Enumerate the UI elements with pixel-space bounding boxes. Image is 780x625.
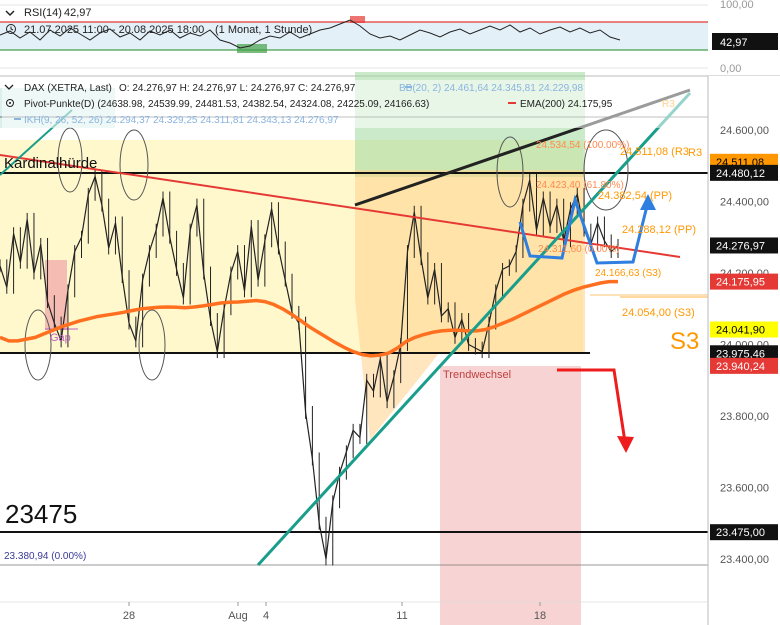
pivot-label: 24.166,63 (S3) [595, 268, 661, 279]
price-tag-label: 23.940,24 [716, 361, 765, 373]
rsi-value: 42,97 [64, 7, 92, 19]
pivot-label: 24.534,54 (100.00%) [536, 140, 629, 151]
rsi-axis-bottom: 0,00 [720, 63, 741, 75]
rsi-current-tag: 42,97 [720, 37, 748, 49]
legend-ikh: IKH(9, 26, 52, 26) 24.294,37 24.329,25 2… [24, 115, 339, 126]
price-tag-label: 23.475,00 [716, 527, 765, 539]
y-tick-label: 24.600,00 [720, 125, 769, 137]
rsi-period: (1 Monat, 1 Stunde) [215, 24, 312, 36]
chart-legend: DAX (XETRA, Last) O: 24.276,97 H: 24.276… [2, 80, 708, 128]
pink-zone [440, 366, 581, 625]
pivot-label: 24.311,60 (0.00%) [538, 244, 620, 255]
s3-big-label: S3 [670, 328, 699, 355]
x-tick-label: 11 [396, 610, 407, 622]
rsi-label: RSI(14) [24, 7, 62, 19]
dax-chart: RSI(14) 42,97 21.07.2025 11:00 - 20.08.2… [0, 0, 780, 625]
rsi-overbought-zone [350, 16, 365, 23]
price-tag-label: 24.276,97 [716, 240, 765, 252]
pivot-label: 24.054,00 (S3) [622, 307, 695, 319]
price-axis: 100,00 0,00 42,97 24.600,00 24.400,00 24.2… [707, 0, 780, 625]
rsi-panel: RSI(14) 42,97 21.07.2025 11:00 - 20.08.2… [0, 0, 708, 75]
y-tick-label: 24.400,00 [720, 197, 769, 209]
y-tick-label: 23.400,00 [720, 554, 769, 566]
y-tick-label: 23.800,00 [720, 411, 769, 423]
x-tick-label: 18 [534, 610, 546, 622]
gap-label: Gap [50, 332, 71, 344]
rsi-range: 21.07.2025 11:00 - 20.08.2025 18:00 [24, 24, 204, 36]
price-tag-label: 24.041,90 [716, 325, 765, 337]
rsi-axis-top: 100,00 [720, 0, 754, 11]
main-panel [0, 72, 708, 625]
price-tag-label: 24.480,12 [716, 168, 765, 180]
pivot-label: R3 [688, 147, 702, 159]
legend-ema: EMA(200) 24.175,95 [520, 99, 613, 110]
legend-pivot: Pivot-Punkte(D) (24638.98, 24539.99, 244… [24, 99, 429, 110]
legend-instrument: DAX (XETRA, Last) [24, 83, 112, 94]
x-tick-label: Aug [228, 610, 248, 622]
legend-bb: BB(20, 2) 24.461,64 24.345,81 24.229,98 [399, 83, 583, 94]
trendwechsel-label: Trendwechsel [443, 369, 511, 381]
x-tick-label: 4 [263, 610, 269, 622]
big-level-label: 23475 [5, 499, 77, 529]
pivot-label: 24.382,54 (PP) [598, 190, 672, 202]
pivot-label: 24.288,12 (PP) [622, 224, 696, 236]
low-label: 23.380,94 (0.00%) [4, 551, 86, 562]
pivot-label: 24.511,08 (R3 [620, 146, 689, 158]
x-tick-label: 28 [123, 610, 135, 622]
price-tag-label: 24.175,95 [716, 277, 765, 289]
legend-ohlc: O: 24.276,97 H: 24.276,97 L: 24.276,97 C… [119, 83, 356, 94]
y-tick-label: 23.600,00 [720, 483, 769, 495]
kardinal-label: Kardinalhürde [4, 155, 97, 172]
